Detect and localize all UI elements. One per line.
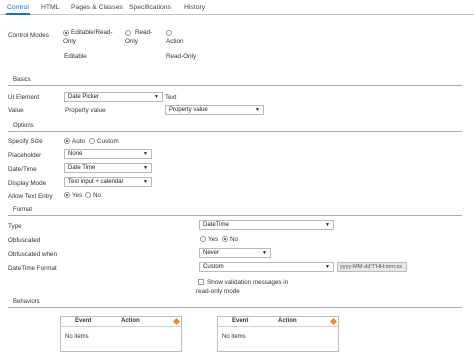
obfuscated-when-label: Obfuscated when <box>8 251 58 258</box>
value-select-value: Property value <box>169 107 208 113</box>
value-label: Value <box>8 107 24 114</box>
chevron-down-icon: ▼ <box>325 222 330 228</box>
grid-empty-text: No items <box>65 334 89 340</box>
show-validation-label-1: Show validation messages in <box>207 279 289 286</box>
obfuscated-yes-label: Yes <box>208 236 219 243</box>
allow-text-no-label: No <box>93 192 102 199</box>
specify-size-label: Specify Size <box>8 138 43 145</box>
ui-element-suffix: Text <box>165 94 177 101</box>
obfuscated-when-value: Never <box>203 250 220 256</box>
chevron-down-icon: ▼ <box>154 94 159 100</box>
tab-history[interactable]: History <box>184 3 205 15</box>
chevron-down-icon: ▼ <box>143 165 148 171</box>
allow-text-yes-radio[interactable] <box>64 192 70 198</box>
tab-html[interactable]: HTML <box>41 3 60 15</box>
display-mode-label: Display Mode <box>8 180 47 187</box>
mode-editable-radio[interactable] <box>63 30 69 36</box>
ui-element-value: Date Picker <box>68 94 100 100</box>
display-mode-value: Text input + calendar <box>68 179 124 185</box>
col-event: Event <box>75 318 92 324</box>
behaviors-grid-editable: Event Action No items <box>60 316 182 352</box>
datetime-format-label: DateTime Format <box>8 265 57 272</box>
grid-header: Event Action <box>218 317 338 327</box>
mode-action-label: Action <box>166 38 184 45</box>
value-select[interactable]: Property value ▼ <box>165 105 264 115</box>
show-validation-label-2: read-only mode <box>196 288 240 295</box>
datetime-value: Date Time <box>68 165 96 171</box>
mode-editable-label-1: Editable/Read- <box>71 29 113 36</box>
datetime-format-value: Custom <box>203 264 224 270</box>
ui-element-label: UI Element <box>8 94 40 101</box>
chevron-down-icon: ▼ <box>143 151 148 157</box>
section-behaviors: Behaviors <box>8 298 462 308</box>
datetime-select[interactable]: Date Time ▼ <box>64 163 152 173</box>
col-action: Action <box>278 318 297 324</box>
grid-header: Event Action <box>61 317 181 327</box>
chevron-down-icon: ▼ <box>143 179 148 185</box>
mode-sub-readonly: Read-Only <box>166 53 197 60</box>
section-options: Options <box>8 122 462 132</box>
size-custom-radio[interactable] <box>89 138 95 144</box>
placeholder-select[interactable]: None ▼ <box>64 149 152 159</box>
mode-readonly-label-2: Only <box>125 38 138 45</box>
grid-empty-text: No items <box>222 334 246 340</box>
section-basics: Basics <box>8 76 462 86</box>
obfuscated-yes-radio[interactable] <box>200 236 206 242</box>
chevron-down-icon: ▼ <box>325 264 330 270</box>
col-action: Action <box>121 318 140 324</box>
size-auto-label: Auto <box>72 138 85 145</box>
mode-sub-editable: Editable <box>64 53 87 60</box>
col-event: Event <box>232 318 249 324</box>
chevron-down-icon: ▼ <box>262 250 267 256</box>
mode-editable-label-2: Only <box>63 38 76 45</box>
ui-element-select[interactable]: Date Picker ▼ <box>64 92 163 102</box>
allow-text-no-radio[interactable] <box>85 192 91 198</box>
value-text: Property value <box>65 107 106 114</box>
size-custom-label: Custom <box>97 138 119 145</box>
placeholder-label: Placeholder <box>8 152 42 159</box>
mode-readonly-label-1: Read- <box>135 29 153 36</box>
section-format: Format <box>8 206 462 216</box>
tab-control[interactable]: Control <box>6 3 30 15</box>
type-label: Type <box>8 223 22 230</box>
type-select[interactable]: DateTime ▼ <box>199 220 334 230</box>
tab-bar: Control HTML Pages & Classes Specificati… <box>0 0 474 15</box>
behaviors-grid-readonly: Event Action No items <box>217 316 339 352</box>
obfuscated-label: Obfuscated <box>8 237 41 244</box>
control-modes-label: Control Modes <box>8 32 49 39</box>
allow-text-yes-label: Yes <box>72 192 83 199</box>
chevron-down-icon: ▼ <box>255 107 260 113</box>
mode-readonly-radio[interactable] <box>125 30 131 36</box>
obfuscated-when-select[interactable]: Never ▼ <box>199 248 271 258</box>
obfuscated-no-radio[interactable] <box>222 236 228 242</box>
obfuscated-no-label: No <box>230 236 239 243</box>
mode-action-radio[interactable] <box>166 30 172 36</box>
display-mode-select[interactable]: Text input + calendar ▼ <box>64 177 152 187</box>
datetime-format-select[interactable]: Custom ▼ <box>199 262 334 272</box>
placeholder-value: None <box>68 151 83 157</box>
allow-text-entry-label: Allow Text Entry <box>8 193 53 200</box>
size-auto-radio[interactable] <box>64 138 70 144</box>
type-value: DateTime <box>203 222 229 228</box>
show-validation-checkbox[interactable] <box>198 279 204 285</box>
datetime-format-input[interactable]: yyyy-MM-dd'T'HH:mm:ss <box>337 262 407 272</box>
tab-pages-classes[interactable]: Pages & Classes <box>71 3 123 15</box>
tab-specifications[interactable]: Specifications <box>129 3 171 15</box>
datetime-label: Date/Time <box>8 166 37 173</box>
